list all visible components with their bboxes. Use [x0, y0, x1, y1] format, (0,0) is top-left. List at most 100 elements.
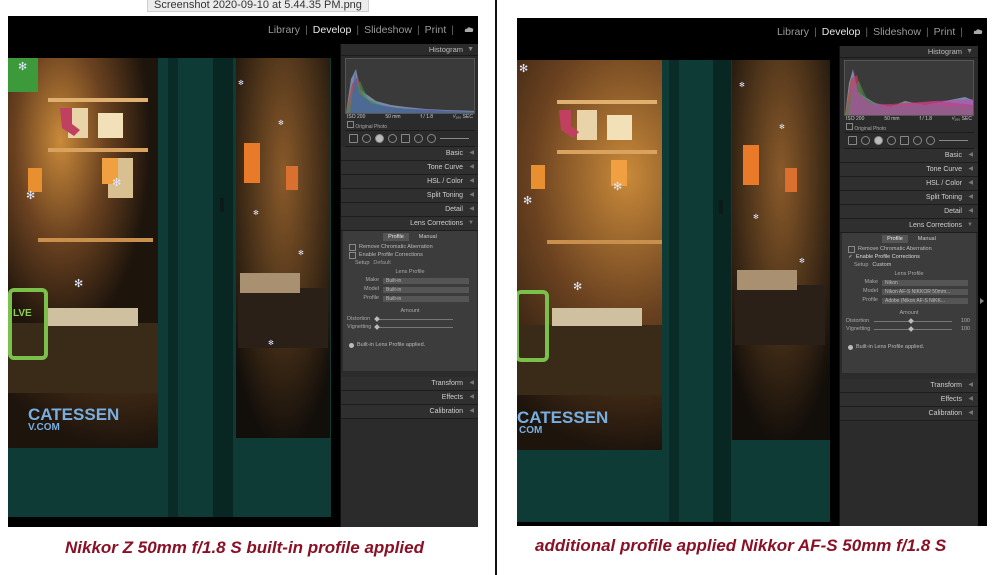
section-tone-curve[interactable]: Tone Curve ◀: [341, 161, 478, 175]
section-hsl[interactable]: HSL / Color ◀: [341, 175, 478, 189]
checkmark-icon[interactable]: ✓: [848, 254, 853, 260]
section-lens-corrections[interactable]: Lens Corrections ▼: [840, 219, 978, 233]
expand-triangle-icon[interactable]: ◀: [469, 377, 474, 390]
tab-manual[interactable]: Manual: [419, 234, 437, 240]
module-print[interactable]: Print: [934, 26, 956, 38]
expand-triangle-icon[interactable]: ◀: [968, 177, 973, 190]
histogram-header[interactable]: Histogram ▼: [341, 44, 478, 56]
checkbox-icon[interactable]: [349, 251, 356, 259]
expand-triangle-icon[interactable]: ◀: [968, 407, 973, 420]
slider-knob[interactable]: [908, 325, 914, 332]
panel-toggle-arrow-icon[interactable]: [980, 298, 984, 304]
module-library[interactable]: Library: [777, 26, 809, 38]
collapse-triangle-icon[interactable]: ▼: [967, 219, 973, 232]
checkbox-icon[interactable]: [347, 121, 354, 128]
section-calibration[interactable]: Calibration ◀: [341, 405, 478, 419]
section-detail[interactable]: Detail ◀: [840, 205, 978, 219]
tool-slider[interactable]: [939, 140, 968, 141]
collapse-triangle-icon[interactable]: ▼: [468, 217, 474, 230]
module-develop[interactable]: Develop: [313, 24, 352, 36]
slider-knob[interactable]: [908, 317, 914, 324]
section-split-toning[interactable]: Split Toning ◀: [341, 189, 478, 203]
make-dropdown[interactable]: Nikon: [882, 279, 968, 286]
section-tone-curve[interactable]: Tone Curve ◀: [840, 163, 978, 177]
photo-preview[interactable]: ✻ ✻ ✻ ✻ ✻ ✻ ✻ ✻ ✻ CATESSEN V.COM LVE: [8, 58, 331, 517]
remove-ca-checkbox[interactable]: Remove Chromatic Aberration: [842, 245, 976, 253]
checkbox-icon[interactable]: [349, 243, 356, 251]
expand-triangle-icon[interactable]: ◀: [968, 393, 973, 406]
graduated-filter-icon[interactable]: [900, 136, 909, 145]
red-eye-tool-icon[interactable]: [388, 134, 397, 143]
setup-dropdown[interactable]: Default: [373, 259, 390, 268]
expand-triangle-icon[interactable]: ◀: [469, 161, 474, 174]
module-develop[interactable]: Develop: [822, 26, 861, 38]
checkbox-icon[interactable]: [846, 123, 853, 130]
module-library[interactable]: Library: [268, 24, 300, 36]
section-detail[interactable]: Detail ◀: [341, 203, 478, 217]
vignetting-slider[interactable]: Vignetting 100: [842, 325, 976, 333]
graduated-filter-icon[interactable]: [401, 134, 410, 143]
expand-triangle-icon[interactable]: ◀: [968, 191, 973, 204]
original-photo-checkbox[interactable]: Original Photo: [341, 121, 478, 130]
crop-tool-icon[interactable]: [362, 134, 371, 143]
enable-profile-checkbox[interactable]: Enable Profile Corrections: [343, 251, 477, 259]
slider-track[interactable]: [374, 315, 453, 322]
enable-profile-checkbox[interactable]: ✓ Enable Profile Corrections: [842, 253, 976, 261]
tab-profile[interactable]: Profile: [882, 235, 908, 243]
photo-preview[interactable]: ✻ ✻ ✻ ✻ ✻ ✻ ✻ ✻ CATESSEN COM: [517, 60, 830, 522]
expand-triangle-icon[interactable]: ◀: [469, 203, 474, 216]
section-hsl[interactable]: HSL / Color ◀: [840, 177, 978, 191]
cloud-sync-icon[interactable]: [464, 26, 474, 33]
adjustment-brush-icon[interactable]: [926, 136, 935, 145]
section-split-toning[interactable]: Split Toning ◀: [840, 191, 978, 205]
module-slideshow[interactable]: Slideshow: [364, 24, 412, 36]
model-dropdown[interactable]: Nikon AF-S NIKKOR 50mm...: [882, 288, 968, 295]
checkbox-icon[interactable]: [848, 245, 855, 253]
section-transform[interactable]: Transform ◀: [840, 379, 978, 393]
make-dropdown[interactable]: Built-in: [383, 277, 469, 284]
model-dropdown[interactable]: Built-in: [383, 286, 469, 293]
tab-profile[interactable]: Profile: [383, 233, 409, 241]
remove-ca-checkbox[interactable]: Remove Chromatic Aberration: [343, 243, 477, 251]
section-calibration[interactable]: Calibration ◀: [840, 407, 978, 421]
histogram-header[interactable]: Histogram ▼: [840, 46, 978, 58]
section-transform[interactable]: Transform ◀: [341, 377, 478, 391]
vignetting-slider[interactable]: Vignetting: [343, 323, 477, 331]
section-effects[interactable]: Effects ◀: [341, 391, 478, 405]
expand-triangle-icon[interactable]: ◀: [469, 405, 474, 418]
tab-manual[interactable]: Manual: [918, 236, 936, 242]
spot-removal-tool-icon[interactable]: [375, 134, 384, 143]
expand-triangle-icon[interactable]: ◀: [968, 163, 973, 176]
radial-filter-icon[interactable]: [414, 134, 423, 143]
adjustment-brush-icon[interactable]: [427, 134, 436, 143]
expand-triangle-icon[interactable]: ◀: [469, 189, 474, 202]
module-print[interactable]: Print: [425, 24, 447, 36]
collapse-triangle-icon[interactable]: ▼: [966, 46, 973, 57]
collapse-triangle-icon[interactable]: ▼: [467, 44, 474, 55]
expand-triangle-icon[interactable]: ◀: [968, 379, 973, 392]
tool-slider[interactable]: [440, 138, 469, 139]
distortion-slider[interactable]: Distortion: [343, 315, 477, 323]
expand-triangle-icon[interactable]: ◀: [469, 147, 474, 160]
radial-filter-icon[interactable]: [913, 136, 922, 145]
section-effects[interactable]: Effects ◀: [840, 393, 978, 407]
spot-removal-tool-icon[interactable]: [874, 136, 883, 145]
crop-tool-icon[interactable]: [861, 136, 870, 145]
section-basic[interactable]: Basic ◀: [341, 147, 478, 161]
slider-track[interactable]: [874, 317, 952, 324]
slider-track[interactable]: [874, 325, 952, 332]
slider-track[interactable]: [374, 323, 453, 330]
slider-knob[interactable]: [374, 315, 380, 322]
red-eye-tool-icon[interactable]: [887, 136, 896, 145]
section-lens-corrections[interactable]: Lens Corrections ▼: [341, 217, 478, 231]
module-slideshow[interactable]: Slideshow: [873, 26, 921, 38]
slider-knob[interactable]: [374, 323, 380, 330]
grid-tool-icon[interactable]: [349, 134, 358, 143]
original-photo-checkbox[interactable]: Original Photo: [840, 123, 978, 132]
expand-triangle-icon[interactable]: ◀: [968, 149, 973, 162]
cloud-sync-icon[interactable]: [973, 28, 983, 35]
section-basic[interactable]: Basic ◀: [840, 149, 978, 163]
expand-triangle-icon[interactable]: ◀: [469, 175, 474, 188]
profile-dropdown[interactable]: Adobe (Nikon AF-S NIKK...: [882, 297, 968, 304]
expand-triangle-icon[interactable]: ◀: [469, 391, 474, 404]
